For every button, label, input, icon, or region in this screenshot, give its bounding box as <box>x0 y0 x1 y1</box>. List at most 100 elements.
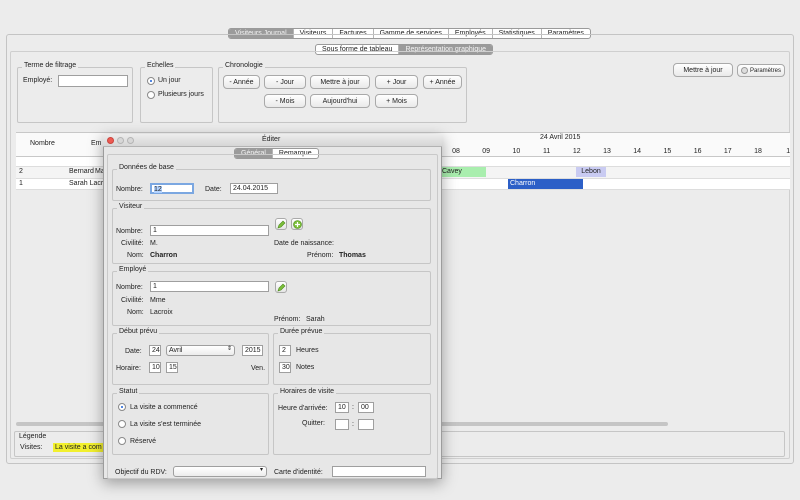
scale-several-days-label: Plusieurs jours <box>158 91 204 98</box>
minus-month-button[interactable]: - Mois <box>264 94 306 108</box>
hour-label: 18 <box>754 148 762 155</box>
visitor-number-input[interactable]: 1 <box>150 225 269 236</box>
plus-circle-icon <box>293 220 302 229</box>
leave-time-label: Quitter: <box>302 420 325 427</box>
pencil-icon <box>277 283 286 292</box>
duration-group: Durée prévue <box>273 328 431 385</box>
visit-times-group-title: Horaires de visite <box>278 388 337 395</box>
base-number-value: 12 <box>154 186 162 193</box>
start-date-label: Date: <box>125 348 142 355</box>
schedule-date: 24 Avril 2015 <box>540 134 581 141</box>
employee-group-title: Employé <box>117 266 149 273</box>
hour-label: 17 <box>723 148 732 155</box>
employee-civility-value: Mme <box>150 297 166 304</box>
event-cavey[interactable]: Cavey <box>440 167 486 177</box>
hour-label: 11 <box>542 148 551 155</box>
scale-one-day-radio[interactable] <box>147 77 155 85</box>
row-1-number: 2 <box>19 168 23 175</box>
start-hour-input[interactable]: 10 <box>149 362 161 373</box>
settings-button-label: Paramètres <box>750 67 782 74</box>
hour-label: 12 <box>572 148 581 155</box>
start-year-input[interactable]: 2015 <box>242 345 263 356</box>
plus-month-button[interactable]: + Mois <box>375 94 418 108</box>
arrival-minute-input[interactable]: 00 <box>358 402 374 413</box>
start-time-label: Horaire: <box>116 365 141 372</box>
visitor-add-button[interactable] <box>291 218 303 230</box>
refresh-button[interactable]: Mettre à jour <box>310 75 370 89</box>
arrival-hour-input[interactable]: 10 <box>335 402 349 413</box>
visitor-edit-button[interactable] <box>275 218 287 230</box>
status-reserved-radio[interactable] <box>118 437 126 445</box>
duration-hours-input[interactable]: 2 <box>279 345 291 356</box>
start-weekday: Ven. <box>251 365 266 372</box>
visitor-name-value: Charron <box>150 252 178 259</box>
visitor-civility-label: Civilité: <box>121 240 144 247</box>
base-date-input[interactable]: 24.04.2015 <box>230 183 278 194</box>
update-button[interactable]: Mettre à jour <box>673 63 733 77</box>
start-group: Début prévu <box>112 328 269 385</box>
id-card-input[interactable] <box>332 466 426 477</box>
visitor-group-title: Visiteur <box>117 203 145 210</box>
base-number-label: Nombre: <box>116 186 143 193</box>
visitor-birthdate-label: Date de naissance: <box>274 240 334 247</box>
employee-name-label: Nom: <box>127 309 144 316</box>
employee-name-value: Lacroix <box>150 309 173 316</box>
employee-firstname-label: Prénom: <box>274 316 301 323</box>
start-group-title: Début prévu <box>117 328 160 335</box>
settings-gear-icon <box>741 67 748 74</box>
start-month-value: Avril <box>169 347 183 354</box>
zoom-icon[interactable] <box>127 137 134 144</box>
plus-year-button[interactable]: + Année <box>423 75 462 89</box>
base-date-label: Date: <box>205 186 222 193</box>
visitor-civility-value: M. <box>150 240 158 247</box>
visitor-number-label: Nombre: <box>116 228 143 235</box>
column-number-header: Nombre <box>30 140 55 147</box>
minus-year-button[interactable]: - Année <box>223 75 260 89</box>
employee-filter-input[interactable] <box>58 75 128 87</box>
event-charron[interactable]: Charron <box>508 179 583 189</box>
legend-title: Légende <box>19 433 47 440</box>
visitor-firstname-label: Prénom: <box>307 252 334 259</box>
settings-button[interactable]: Paramètres <box>737 64 785 77</box>
close-icon[interactable] <box>107 137 114 144</box>
row-1-employee: Bernard <box>69 168 94 175</box>
plus-day-button[interactable]: + Jour <box>375 75 418 89</box>
status-started-label: La visite a commencé <box>130 404 198 411</box>
status-finished-radio[interactable] <box>118 420 126 428</box>
start-month-select[interactable]: Avril ⇕ <box>166 345 235 356</box>
status-reserved-label: Réservé <box>130 438 157 445</box>
purpose-label: Objectif du RDV: <box>115 469 167 476</box>
hour-label: 15 <box>663 148 672 155</box>
leave-minute-input[interactable] <box>358 419 374 430</box>
status-started-radio[interactable] <box>118 403 126 411</box>
base-data-title: Données de base <box>117 164 176 171</box>
employee-number-input[interactable]: 1 <box>150 281 269 292</box>
start-minute-input[interactable]: 15 <box>166 362 178 373</box>
minimize-icon[interactable] <box>117 137 124 144</box>
duration-notes-label: Notes <box>296 364 315 371</box>
base-number-input[interactable]: 12 <box>150 183 194 194</box>
start-day-input[interactable]: 24 <box>149 345 161 356</box>
chronology-group-title: Chronologie <box>223 62 265 69</box>
arrival-time-separator: : <box>352 404 354 411</box>
scale-several-days-radio[interactable] <box>147 91 155 99</box>
today-button[interactable]: Aujourd'hui <box>310 94 370 108</box>
hour-label: 16 <box>693 148 702 155</box>
duration-group-title: Durée prévue <box>278 328 325 335</box>
leave-time-separator: : <box>352 421 354 428</box>
purpose-select[interactable]: ▾ <box>173 466 267 477</box>
legend-visit-started: La visite a com <box>53 443 104 452</box>
scales-group-title: Echelles <box>145 62 176 69</box>
visitor-firstname-value: Thomas <box>339 252 366 259</box>
updown-chevron-icon: ⇕ <box>226 346 232 352</box>
column-employee-header: Em <box>91 140 102 147</box>
leave-hour-input[interactable] <box>335 419 349 430</box>
scale-one-day-label: Un jour <box>158 77 181 84</box>
legend-visits-label: Visites: <box>20 444 43 451</box>
minus-day-button[interactable]: - Jour <box>264 75 306 89</box>
event-lebon[interactable]: Lebon <box>576 167 606 177</box>
hour-label: 08 <box>452 148 460 155</box>
duration-notes-input[interactable]: 30 <box>279 362 291 373</box>
employee-edit-button[interactable] <box>275 281 287 293</box>
status-group-title: Statut <box>117 388 140 395</box>
